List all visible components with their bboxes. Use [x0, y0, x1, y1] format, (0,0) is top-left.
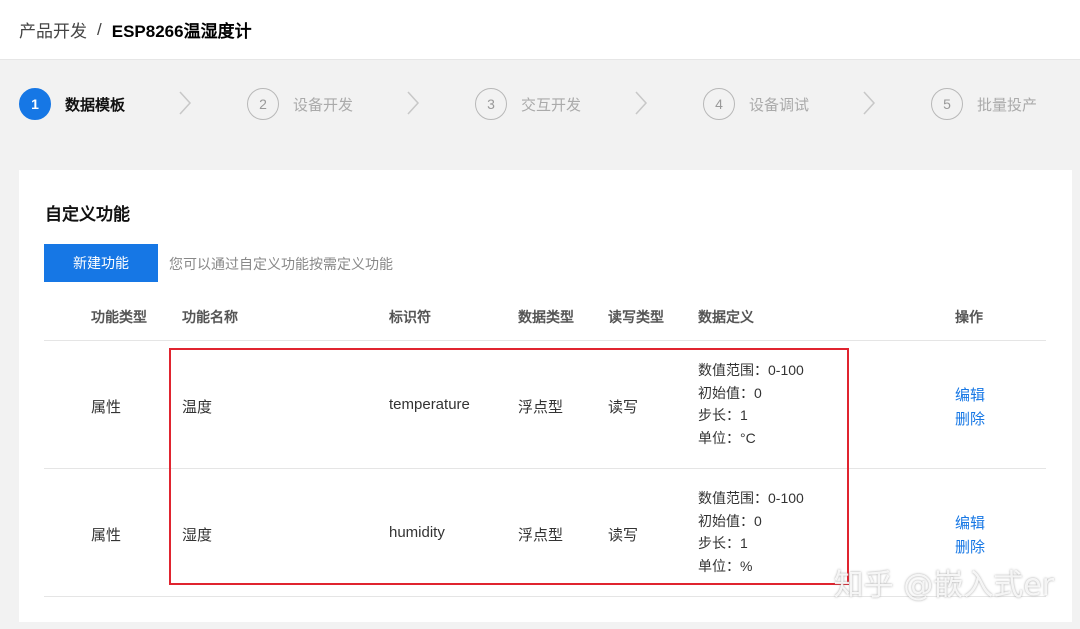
- delete-link[interactable]: 删除: [955, 408, 985, 429]
- step-interaction-dev[interactable]: 3 交互开发: [475, 87, 581, 121]
- breadcrumb-parent-link[interactable]: 产品开发: [19, 17, 87, 42]
- cell-type: 属性: [91, 527, 122, 544]
- header-feature-name: 功能名称: [182, 309, 238, 325]
- page-title: ESP8266温湿度计: [111, 22, 252, 41]
- delete-link[interactable]: 删除: [955, 536, 985, 557]
- watermark: 知乎 @嵌入式er: [833, 568, 1054, 603]
- step-number: 4: [703, 88, 735, 120]
- breadcrumb: 产品开发 / ESP8266温湿度计: [0, 0, 1080, 60]
- section-title: 自定义功能: [45, 205, 130, 224]
- header-identifier: 标识符: [389, 309, 431, 325]
- step-number: 2: [247, 88, 279, 120]
- steps-wizard: 1 数据模板 2 设备开发 3 交互开发 4 设备调试 5 批量投产: [0, 60, 1080, 144]
- step-number: 5: [931, 88, 963, 120]
- edit-link[interactable]: 编辑: [955, 384, 985, 405]
- step-number: 1: [19, 88, 51, 120]
- new-feature-button[interactable]: 新建功能: [44, 244, 158, 282]
- header-data-type: 数据类型: [518, 309, 574, 325]
- header-actions: 操作: [955, 309, 983, 325]
- step-label: 批量投产: [977, 96, 1038, 114]
- step-device-dev[interactable]: 2 设备开发: [247, 87, 353, 121]
- header-feature-type: 功能类型: [91, 309, 147, 325]
- chevron-right-icon: [635, 91, 648, 115]
- step-label: 设备开发: [293, 96, 354, 114]
- step-data-template[interactable]: 1 数据模板: [19, 87, 125, 121]
- divider: [44, 340, 1046, 341]
- chevron-right-icon: [863, 91, 876, 115]
- breadcrumb-separator: /: [97, 19, 102, 39]
- step-label: 交互开发: [521, 96, 582, 114]
- step-number: 3: [475, 88, 507, 120]
- step-label: 设备调试: [749, 96, 810, 114]
- cell-type: 属性: [91, 399, 122, 416]
- edit-link[interactable]: 编辑: [955, 512, 985, 533]
- header-data-definition: 数据定义: [698, 309, 754, 325]
- step-device-debug[interactable]: 4 设备调试: [703, 87, 809, 121]
- custom-features-card: 自定义功能 新建功能 您可以通过自定义功能按需定义功能 功能类型 功能名称 标识…: [19, 170, 1072, 622]
- step-label: 数据模板: [65, 96, 126, 114]
- step-mass-production[interactable]: 5 批量投产: [931, 87, 1037, 121]
- hint-text: 您可以通过自定义功能按需定义功能: [169, 256, 393, 272]
- header-rw-type: 读写类型: [608, 309, 664, 325]
- chevron-right-icon: [407, 91, 420, 115]
- highlight-box: [169, 348, 849, 585]
- chevron-right-icon: [179, 91, 192, 115]
